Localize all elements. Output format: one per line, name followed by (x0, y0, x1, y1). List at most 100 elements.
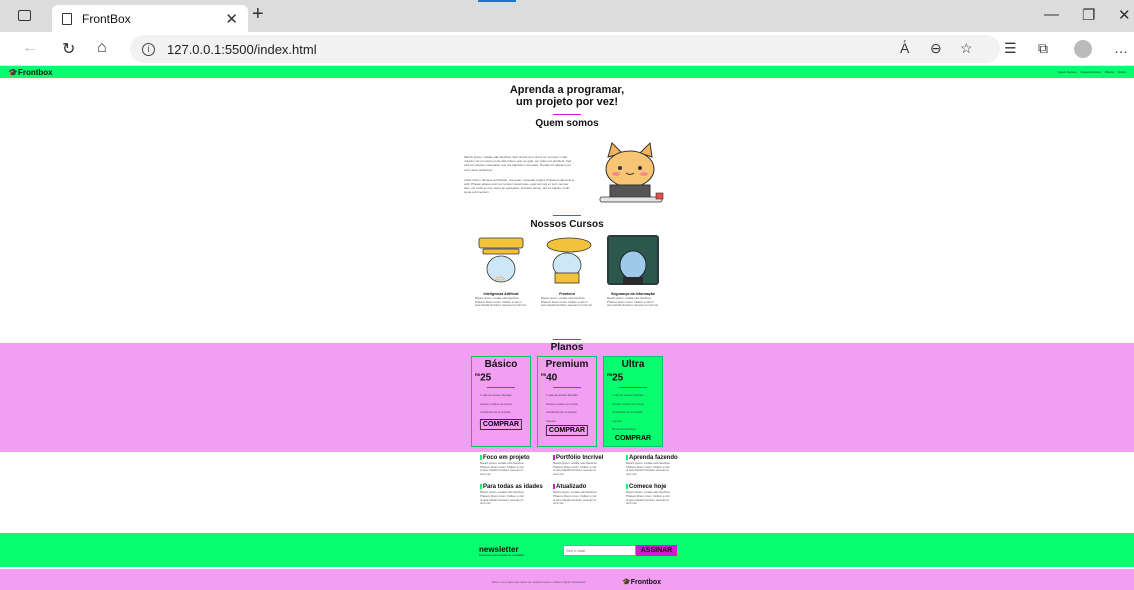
feature-description: Mauris ipsum, sodale odio faucibus. Phas… (626, 490, 671, 506)
feature-bar (626, 455, 628, 460)
url-text: 127.0.0.1:5500/index.html (167, 41, 317, 57)
feature-description: Mauris ipsum, sodale odio faucibus. Phas… (553, 490, 598, 506)
site-header: 🎓Frontbox Quem Somos Nossos Cursos Plano… (0, 66, 1134, 78)
hero: Aprenda a programar, um projeto por vez! (0, 78, 1134, 108)
ai-course-image: </> (475, 235, 527, 285)
minimize-icon[interactable]: — (1044, 6, 1059, 23)
courses-title: Nossos Cursos (530, 219, 604, 230)
plan-price: R$25 (607, 372, 624, 384)
new-tab-icon[interactable]: + (252, 3, 264, 26)
home-icon[interactable]: ⌂ (97, 39, 107, 57)
more-icon[interactable]: … (1114, 40, 1128, 56)
page-icon (62, 12, 72, 25)
course-card[interactable]: </> Inteligencia Artificial Mauris ipsum… (475, 235, 527, 308)
newsletter-email-input[interactable] (563, 545, 636, 556)
about-section: Mauris ipsum, sodale odio faucibus, Sed … (0, 141, 1134, 207)
nav-link-courses[interactable]: Nossos Cursos (1080, 70, 1100, 74)
read-aloud-icon[interactable]: A᷾ (900, 40, 909, 56)
features-grid: Foco em projeto Mauris ipsum, sodale odi… (480, 455, 682, 506)
frontend-course-image (541, 235, 593, 285)
feature-bar (480, 455, 482, 460)
plans-section: Planos Básico R$25 1 sala de acesso libe… (0, 339, 1134, 452)
plan-card-premium: Premium R$40 1 sala de acesso liberado A… (537, 356, 597, 447)
feature-item: Comece hoje Mauris ipsum, sodale odio fa… (626, 484, 682, 505)
feature-bar (553, 484, 555, 490)
buy-button-basic[interactable]: COMPRAR (479, 419, 523, 430)
subscribe-button[interactable]: ASSINAR (636, 545, 677, 556)
security-course-image (607, 235, 659, 285)
zoom-icon[interactable]: ⊖ (930, 40, 942, 57)
back-icon[interactable]: ← (22, 39, 38, 57)
browser-tab-strip: FrontBox ✕ + — ❐ ✕ (0, 0, 1134, 32)
course-card[interactable]: Segurança da Informação Mauris ipsum, so… (607, 235, 659, 308)
feature-bar (626, 484, 628, 490)
feature-description: Mauris ipsum, sodale odio faucibus. Phas… (480, 490, 525, 506)
site-logo[interactable]: 🎓Frontbox (8, 68, 53, 77)
buy-button-premium[interactable]: COMPRAR (545, 425, 589, 436)
footer-logo[interactable]: 🎓Frontbox (622, 578, 661, 586)
loading-indicator (478, 0, 516, 2)
feature-description: Mauris ipsum, sodale odio faucibus. Phas… (480, 461, 525, 476)
about-paragraph-1: Mauris ipsum, sodale odio faucibus, Sed … (464, 155, 572, 172)
favorites-icon[interactable]: ☰ (1004, 40, 1017, 57)
feature-bar (480, 484, 482, 490)
section-divider (553, 215, 581, 216)
feature-description: Mauris ipsum, sodale odio faucibus. Phas… (553, 461, 598, 476)
footer-text: Este é um projeto que reúne de maneira s… (492, 580, 586, 584)
plan-divider (487, 387, 515, 389)
plans-row: Básico R$25 1 sala de acesso liberado Ac… (0, 356, 1134, 447)
plans-title: Planos (550, 342, 584, 353)
cat-illustration (590, 141, 670, 207)
about-text: Mauris ipsum, sodale odio faucibus, Sed … (464, 141, 574, 207)
courses-list: </> Inteligencia Artificial Mauris ipsum… (0, 235, 1134, 308)
nav-link-about[interactable]: Quem Somos (1058, 70, 1076, 74)
plan-features: 1 sala de acesso liberado Acesso a todos… (612, 393, 644, 432)
plan-features: 1 sala de acesso liberado Acesso a todos… (480, 393, 512, 415)
plan-name: Básico (484, 359, 518, 370)
nav-link-info[interactable]: Sobre (1118, 70, 1126, 74)
add-favorite-icon[interactable]: ☆ (960, 40, 973, 57)
about-paragraph-2: Class taciti e ductque ad litolado, ona … (464, 177, 574, 195)
collections-icon[interactable]: ⧉ (1038, 40, 1048, 57)
address-bar[interactable]: i 127.0.0.1:5500/index.html (130, 35, 1000, 63)
feature-item: Foco em projeto Mauris ipsum, sodale odi… (480, 455, 553, 476)
feature-item: Para todas as idades Mauris ipsum, sodal… (480, 484, 553, 505)
nav-link-plans[interactable]: Planos (1105, 70, 1114, 74)
course-description: Mauris ipsum, sodale odio faucibus. Phas… (475, 296, 527, 308)
course-description: Mauris ipsum, sodale odio faucibus. Phas… (541, 296, 593, 308)
refresh-icon[interactable]: ↻ (62, 39, 75, 59)
plan-divider (619, 387, 647, 389)
hero-title: Aprenda a programar, um projeto por vez! (509, 84, 625, 108)
tab-actions-icon[interactable] (18, 10, 31, 21)
site-nav: Quem Somos Nossos Cursos Planos Sobre (1058, 70, 1126, 74)
plan-price: R$25 (475, 372, 492, 384)
plan-card-ultra: Ultra R$25 1 sala de acesso liberado Ace… (603, 356, 663, 447)
newsletter-subtitle: Inscreva-se para receber as novidades (479, 554, 524, 557)
feature-item: Atualizado Mauris ipsum, sodale odio fau… (553, 484, 626, 505)
site-footer: Este é um projeto que reúne de maneira s… (0, 569, 1134, 590)
newsletter-title: newsletter (479, 545, 519, 554)
plan-name: Ultra (621, 359, 645, 370)
about-title: Quem somos (535, 118, 599, 129)
restore-icon[interactable]: ❐ (1082, 6, 1095, 24)
feature-bar (553, 455, 555, 460)
tab-title: FrontBox (82, 11, 131, 26)
course-description: Mauris ipsum, sodale odio faucibus. Phas… (607, 296, 659, 308)
plan-card-basic: Básico R$25 1 sala de acesso liberado Ac… (471, 356, 531, 447)
address-bar-row: ← ↻ ⌂ i 127.0.0.1:5500/index.html A᷾ ⊖ ☆… (0, 32, 1134, 66)
course-card[interactable]: Frontend Mauris ipsum, sodale odio fauci… (541, 235, 593, 308)
site-info-icon[interactable]: i (142, 42, 155, 56)
section-divider (553, 114, 581, 115)
buy-button-ultra[interactable]: COMPRAR (613, 434, 653, 443)
plan-features: 1 sala de acesso liberado Acesso a todos… (546, 393, 578, 423)
close-tab-icon[interactable]: ✕ (225, 10, 238, 28)
profile-avatar[interactable] (1074, 40, 1092, 58)
svg-text:</>: </> (495, 276, 505, 283)
plan-price: R$40 (541, 372, 558, 384)
plan-divider (553, 387, 581, 389)
close-window-icon[interactable]: ✕ (1118, 6, 1131, 24)
feature-description: Mauris ipsum, sodale odio faucibus. Phas… (626, 461, 671, 476)
browser-tab[interactable]: FrontBox ✕ (52, 5, 248, 32)
newsletter-section: newsletter Inscreva-se para receber as n… (0, 533, 1134, 567)
section-divider (553, 339, 581, 340)
